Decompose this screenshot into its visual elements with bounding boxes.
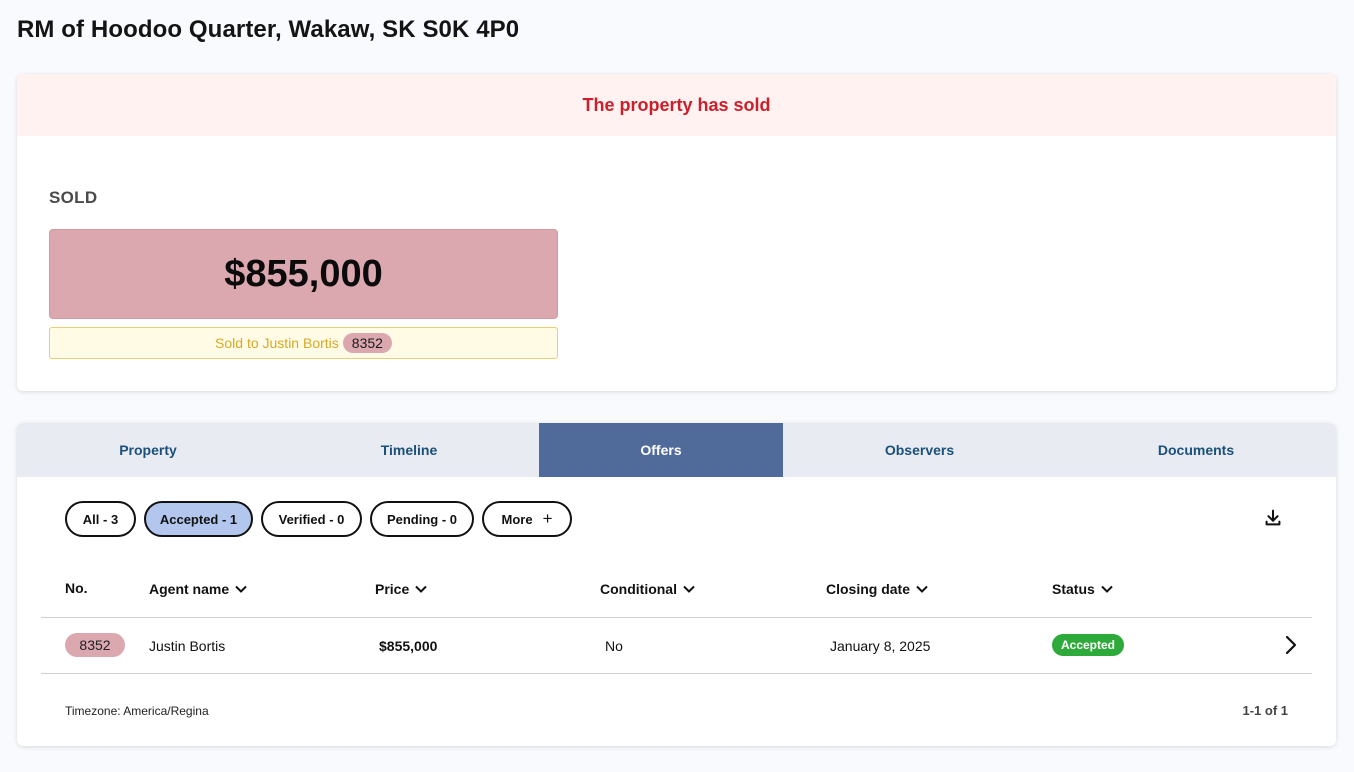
filter-accepted[interactable]: Accepted - 1 [144,501,253,537]
offers-card: Property Timeline Offers Observers Docum… [17,423,1336,746]
tab-documents[interactable]: Documents [1056,423,1336,477]
timezone-note: Timezone: America/Regina [65,704,209,718]
column-header-price[interactable]: Price [375,581,427,597]
chevron-right-icon[interactable] [1283,634,1299,656]
sold-banner: The property has sold [17,74,1336,136]
agent-name-cell: Justin Bortis [149,638,226,654]
chevron-down-icon [235,585,247,593]
chevron-down-icon [1101,585,1113,593]
sold-to-text: Sold to Justin Bortis [215,335,339,351]
buyer-number-badge: 8352 [342,333,392,353]
price-cell: $855,000 [379,638,438,654]
tab-offers[interactable]: Offers [539,423,783,477]
tab-observers[interactable]: Observers [783,423,1056,477]
column-header-label: Status [1052,581,1095,597]
download-icon[interactable] [1262,507,1284,529]
status-badge: Accepted [1052,634,1124,656]
table-divider [41,673,1312,674]
column-header-label: Agent name [149,581,230,597]
chevron-down-icon [683,585,695,593]
column-header-conditional[interactable]: Conditional [600,581,695,597]
column-header-label: Conditional [600,581,677,597]
filter-more-label: More [501,511,533,527]
chevron-down-icon [916,585,928,593]
column-header-label: No. [65,580,88,596]
offer-number-badge: 8352 [65,633,125,657]
column-header-label: Closing date [826,581,911,597]
column-header-closing-date[interactable]: Closing date [826,581,928,597]
column-header-number: No. [65,580,88,596]
filter-more-button[interactable]: More + [482,501,572,537]
tab-timeline[interactable]: Timeline [279,423,539,477]
conditional-cell: No [605,638,623,654]
page-title: RM of Hoodoo Quarter, Wakaw, SK S0K 4P0 [17,16,520,43]
tab-bar: Property Timeline Offers Observers Docum… [17,423,1336,477]
chevron-down-icon [415,585,427,593]
closing-date-cell: January 8, 2025 [830,638,931,654]
column-header-agent[interactable]: Agent name [149,581,247,597]
column-header-status[interactable]: Status [1052,581,1113,597]
status-label: SOLD [49,188,98,207]
table-divider [41,617,1312,618]
pagination-info: 1-1 of 1 [1242,703,1288,718]
filter-verified[interactable]: Verified - 0 [261,501,362,537]
column-header-label: Price [375,581,410,597]
tab-property[interactable]: Property [17,423,279,477]
filter-pending[interactable]: Pending - 0 [370,501,474,537]
sold-to-notice: Sold to Justin Bortis 8352 [49,327,558,359]
filter-all[interactable]: All - 3 [65,501,136,537]
plus-icon: + [542,509,553,528]
sale-summary-card: The property has sold SOLD $855,000 Sold… [17,74,1336,391]
sold-price: $855,000 [49,229,558,319]
